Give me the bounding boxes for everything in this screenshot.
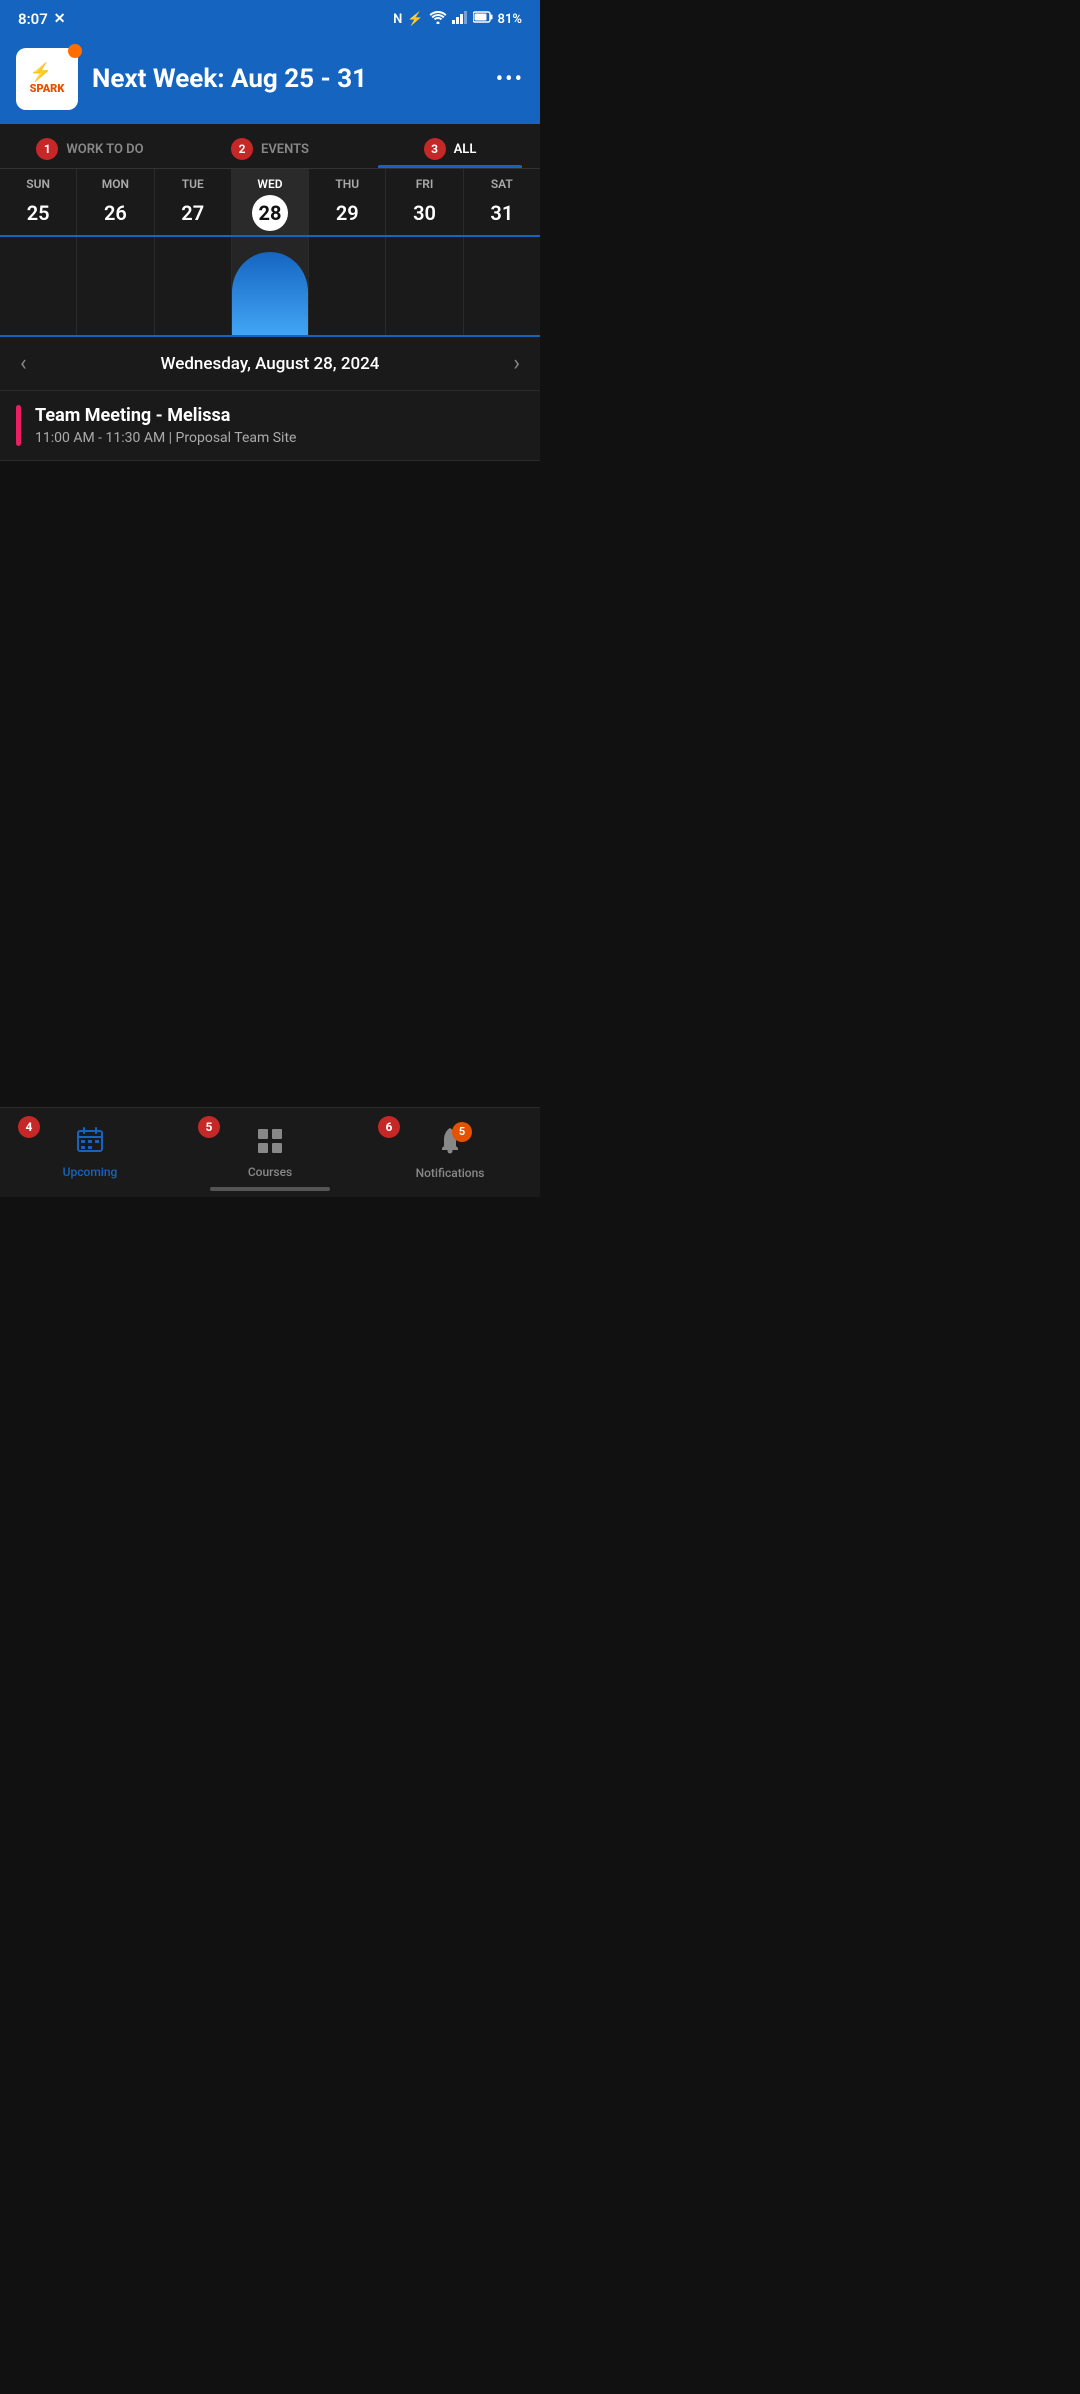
calendar-days-row: SUN 25 MON 26 TUE 27 WED 28 THU 29 FRI 3… <box>0 169 540 237</box>
status-bar: 8:07 ✕ N ⚡ <box>0 0 540 38</box>
event-info: Team Meeting - Melissa 11:00 AM - 11:30 … <box>35 405 296 446</box>
cal-day-num-tue: 27 <box>175 195 211 231</box>
main-content-area <box>0 461 540 841</box>
prev-date-button[interactable]: ‹ <box>20 351 27 376</box>
nav-label-upcoming: Upcoming <box>63 1165 118 1179</box>
nav-label-courses: Courses <box>248 1165 292 1179</box>
cal-day-name-fri: FRI <box>416 177 434 191</box>
tab-bar: 1 WORK TO DO 2 EVENTS 3 ALL <box>0 124 540 169</box>
chart-col-wed <box>232 237 309 335</box>
notification-count-badge: 5 <box>452 1122 472 1142</box>
battery-percent: 81% <box>498 12 522 27</box>
event-accent-bar <box>16 405 21 446</box>
home-indicator <box>210 1187 330 1191</box>
courses-icon <box>256 1127 284 1160</box>
cal-day-name-sat: SAT <box>491 177 513 191</box>
nav-label-notifications: Notifications <box>416 1166 485 1180</box>
cal-day-num-thu: 29 <box>329 195 365 231</box>
logo-text: SPARK <box>30 83 65 95</box>
next-date-button[interactable]: › <box>513 351 520 376</box>
tab-work-label: WORK TO DO <box>66 142 143 157</box>
cal-col-tue[interactable]: TUE 27 <box>155 169 232 235</box>
chart-col-tue <box>155 237 232 335</box>
logo-notification-dot <box>68 44 82 58</box>
tab-badge-1: 1 <box>36 138 58 160</box>
tab-all-label: ALL <box>454 142 477 157</box>
event-card-0[interactable]: Team Meeting - Melissa 11:00 AM - 11:30 … <box>0 391 540 461</box>
calendar-icon <box>76 1127 104 1160</box>
tab-badge-3: 3 <box>424 138 446 160</box>
cal-day-num-wed: 28 <box>252 195 288 231</box>
nav-item-courses[interactable]: 5 Courses <box>180 1108 360 1197</box>
cal-col-wed[interactable]: WED 28 <box>232 169 309 235</box>
cal-col-mon[interactable]: MON 26 <box>77 169 154 235</box>
nav-badge-5: 5 <box>198 1116 220 1138</box>
status-right: N ⚡ 81% <box>393 10 522 28</box>
cal-day-name-sun: SUN <box>26 177 50 191</box>
cal-day-num-sat: 31 <box>484 195 520 231</box>
tab-events-label: EVENTS <box>261 142 309 157</box>
nav-item-notifications[interactable]: 6 5 Notifications <box>360 1108 540 1197</box>
calendar-chart <box>0 237 540 337</box>
tab-badge-2: 2 <box>231 138 253 160</box>
cal-col-sun[interactable]: SUN 25 <box>0 169 77 235</box>
tab-all[interactable]: 3 ALL <box>360 128 540 168</box>
app-logo: ⚡ SPARK <box>16 48 78 110</box>
tab-events[interactable]: 2 EVENTS <box>180 128 360 168</box>
cal-day-name-thu: THU <box>335 177 359 191</box>
battery-icon <box>473 11 493 27</box>
app-header: ⚡ SPARK Next Week: Aug 25 - 31 ••• <box>0 38 540 124</box>
chart-col-sat <box>464 237 540 335</box>
cal-day-name-tue: TUE <box>182 177 204 191</box>
current-date-label: Wednesday, August 28, 2024 <box>161 354 380 374</box>
cal-day-num-mon: 26 <box>97 195 133 231</box>
cal-day-name-wed: WED <box>257 177 282 191</box>
chart-col-mon <box>77 237 154 335</box>
chart-col-sun <box>0 237 77 335</box>
bluetooth-icon: ⚡ <box>407 12 423 27</box>
nav-item-upcoming[interactable]: 4 Upcoming <box>0 1108 180 1197</box>
date-navigation: ‹ Wednesday, August 28, 2024 › <box>0 337 540 391</box>
header-menu-button[interactable]: ••• <box>496 67 524 92</box>
event-title: Team Meeting - Melissa <box>35 405 296 426</box>
wifi-icon <box>429 10 447 28</box>
cal-col-fri[interactable]: FRI 30 <box>386 169 463 235</box>
cal-day-name-mon: MON <box>102 177 129 191</box>
cal-col-thu[interactable]: THU 29 <box>309 169 386 235</box>
status-icon: ✕ <box>54 11 66 27</box>
cal-col-sat[interactable]: SAT 31 <box>464 169 540 235</box>
status-left: 8:07 ✕ <box>18 10 66 28</box>
cal-day-num-sun: 25 <box>20 195 56 231</box>
event-time: 11:00 AM - 11:30 AM | Proposal Team Site <box>35 430 296 446</box>
cal-day-num-fri: 30 <box>407 195 443 231</box>
chart-col-fri <box>386 237 463 335</box>
chart-col-thu <box>309 237 386 335</box>
signal-icon <box>452 10 468 28</box>
bottom-nav: 4 Upcoming 5 <box>0 1107 540 1197</box>
nfc-icon: N <box>393 12 402 27</box>
nav-badge-4: 4 <box>18 1116 40 1138</box>
header-title: Next Week: Aug 25 - 31 <box>92 64 482 94</box>
nav-badge-6: 6 <box>378 1116 400 1138</box>
tab-work-to-do[interactable]: 1 WORK TO DO <box>0 128 180 168</box>
status-time: 8:07 <box>18 10 48 28</box>
bell-wrapper: 5 <box>436 1126 464 1161</box>
